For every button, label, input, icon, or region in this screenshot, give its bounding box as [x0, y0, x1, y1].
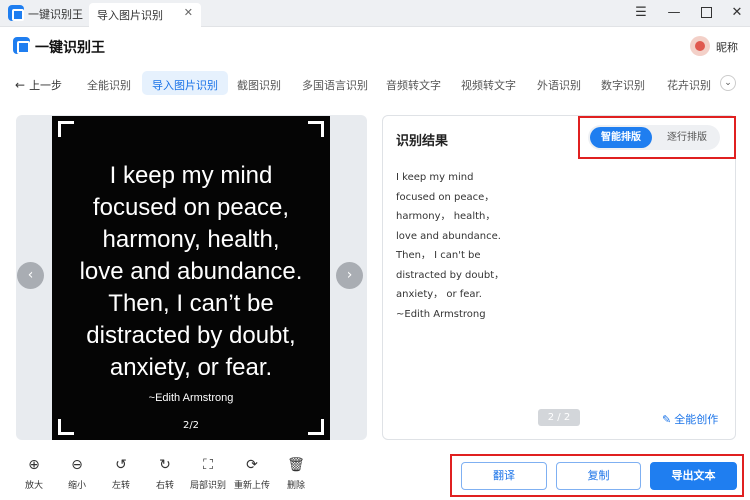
- tab-number-recognize[interactable]: 数字识别: [601, 77, 645, 93]
- quote-line: I keep my mind: [109, 162, 273, 189]
- previous-image-button[interactable]: ‹: [17, 262, 44, 289]
- tab-foreign-recognize[interactable]: 外语识别: [537, 77, 581, 93]
- tab-audio-to-text[interactable]: 音频转文字: [386, 77, 441, 93]
- image-toolbar: ⊕ 放大 ⊖ 缩小 ↺ 左转 ↻ 右转 ⛶ 局部识别 ⟳ 重新上传 🗑 删除: [0, 455, 330, 500]
- chevron-down-icon[interactable]: ⌄: [720, 75, 736, 91]
- partial-recognize-button[interactable]: ⛶ 局部识别: [188, 455, 228, 491]
- result-title: 识别结果: [396, 134, 449, 149]
- layout-mode-toggle: 智能排版 逐行排版: [588, 125, 720, 150]
- tab-video-to-text[interactable]: 视频转文字: [461, 77, 516, 93]
- tool-label: 局部识别: [189, 481, 226, 491]
- chevron-left-icon: ‹: [27, 267, 34, 283]
- zoom-in-button[interactable]: ⊕ 放大: [14, 455, 54, 491]
- tab-close-icon[interactable]: ✕: [184, 6, 193, 19]
- reupload-icon: ⟳: [246, 457, 258, 473]
- tab-multilang-recognize[interactable]: 多国语言识别: [302, 77, 368, 93]
- tool-label: 左转: [111, 481, 130, 491]
- tab-import-image-recognize[interactable]: 导入图片识别: [142, 71, 228, 95]
- tab-screenshot-recognize[interactable]: 截图识别: [237, 77, 281, 93]
- quote-line: harmony, health,: [102, 226, 280, 253]
- quote-line: Then, I can’t be: [108, 290, 274, 317]
- back-arrow-icon: ←: [15, 78, 26, 92]
- translate-button[interactable]: 翻译: [461, 462, 547, 490]
- feature-nav: ← 上一步 全能识别 导入图片识别 截图识别 多国语言识别 音频转文字 视频转文字…: [0, 68, 750, 100]
- tool-label: 右转: [155, 481, 174, 491]
- tab-label: 导入图片识别: [97, 9, 163, 22]
- tool-label: 重新上传: [233, 481, 270, 491]
- result-line: ~Edith Armstrong: [396, 308, 486, 320]
- logo-text: 一键识别王: [35, 40, 105, 56]
- delete-icon: 🗑: [287, 457, 305, 473]
- app-logo-icon: [8, 5, 24, 21]
- logo-icon: [13, 37, 30, 54]
- zoom-out-button[interactable]: ⊖ 缩小: [57, 455, 97, 491]
- partial-recognize-icon: ⛶: [203, 457, 213, 473]
- zoom-out-icon: ⊖: [71, 457, 83, 473]
- create-label: 全能创作: [674, 413, 719, 426]
- preview-page-indicator: 2/2: [182, 420, 200, 431]
- back-button[interactable]: ← 上一步: [15, 77, 62, 93]
- tool-label: 缩小: [67, 481, 86, 491]
- result-line: I keep my mind: [396, 172, 474, 183]
- quote-line: love and abundance.: [79, 258, 303, 285]
- tab-all-recognize[interactable]: 全能识别: [87, 77, 131, 93]
- menu-icon[interactable]: ☰: [633, 5, 649, 21]
- result-page-indicator: 2 / 2: [538, 409, 580, 426]
- tab-flower-recognize[interactable]: 花卉识别: [667, 77, 711, 93]
- zoom-in-icon: ⊕: [28, 457, 40, 473]
- result-line: harmony， health，: [396, 211, 496, 222]
- rotate-left-button[interactable]: ↺ 左转: [101, 455, 141, 491]
- maximize-icon[interactable]: [698, 5, 714, 23]
- line-layout-button[interactable]: 逐行排版: [656, 125, 718, 150]
- title-bar: 一键识别王 导入图片识别 ✕ ☰ — ✕: [0, 0, 750, 27]
- preview-image: I keep my mind focused on peace, harmony…: [52, 116, 330, 440]
- minimize-icon[interactable]: —: [666, 5, 682, 21]
- export-text-button[interactable]: 导出文本: [650, 462, 737, 490]
- quote-author: ~Edith Armstrong: [148, 392, 234, 404]
- rotate-right-button[interactable]: ↻ 右转: [145, 455, 185, 491]
- quote-line: anxiety, or fear.: [109, 354, 273, 381]
- tab-import-image[interactable]: 导入图片识别 ✕: [89, 3, 201, 27]
- avatar[interactable]: [690, 36, 710, 56]
- reupload-button[interactable]: ⟳ 重新上传: [232, 455, 272, 491]
- rotate-right-icon: ↻: [159, 457, 171, 473]
- crop-corner-top-left[interactable]: [58, 121, 74, 137]
- copy-button[interactable]: 复制: [556, 462, 641, 490]
- quote-line: focused on peace,: [92, 194, 290, 221]
- rotate-left-icon: ↺: [115, 457, 127, 473]
- result-line: Then， I can't be: [396, 250, 481, 261]
- crop-corner-top-right[interactable]: [308, 121, 324, 137]
- quote-text: I keep my mind focused on peace, harmony…: [52, 160, 330, 384]
- close-icon[interactable]: ✕: [729, 5, 745, 21]
- result-line: focused on peace，: [396, 191, 495, 203]
- quote-line: distracted by doubt,: [86, 322, 296, 349]
- next-image-button[interactable]: ›: [336, 262, 363, 289]
- result-text-area[interactable]: I keep my mind focused on peace， harmony…: [396, 168, 504, 324]
- tool-label: 放大: [24, 481, 43, 491]
- nickname[interactable]: 昵称: [716, 39, 738, 55]
- back-label: 上一步: [29, 79, 63, 92]
- delete-button[interactable]: 🗑 删除: [276, 455, 316, 491]
- result-line: love and abundance.: [396, 230, 501, 242]
- result-line: anxiety， or fear.: [396, 289, 482, 300]
- pen-icon: ✎: [662, 413, 672, 426]
- tool-label: 删除: [286, 481, 305, 491]
- chevron-right-icon: ›: [346, 267, 353, 283]
- app-name: 一键识别王: [28, 8, 83, 21]
- smart-layout-button[interactable]: 智能排版: [590, 127, 652, 148]
- result-line: distracted by doubt，: [396, 269, 505, 281]
- create-link[interactable]: ✎ 全能创作: [662, 411, 718, 427]
